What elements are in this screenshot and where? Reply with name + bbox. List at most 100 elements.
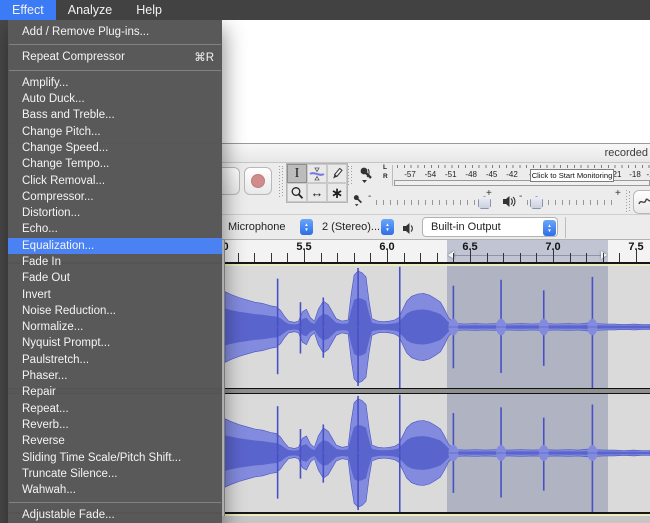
menu-item-repair[interactable]: Repair — [8, 384, 222, 400]
meter-scale-number: -48 — [465, 170, 477, 179]
menu-item-sliding-time-scale-pitch-shift[interactable]: Sliding Time Scale/Pitch Shift... — [8, 449, 222, 465]
ruler-minor-tick — [403, 253, 405, 262]
menubar: Effect Analyze Help — [0, 0, 650, 20]
ruler-selection-groove — [451, 255, 604, 256]
menu-item-label: Repeat... — [22, 402, 69, 415]
input-channels-label[interactable]: 2 (Stereo)... — [322, 221, 380, 233]
menu-item-label: Reverse — [22, 435, 65, 448]
menu-item-repeat[interactable]: Repeat... — [8, 401, 222, 417]
menu-item-invert[interactable]: Invert — [8, 286, 222, 302]
menu-item-reverse[interactable]: Reverse — [8, 433, 222, 449]
input-device-label[interactable]: Microphone — [228, 221, 285, 233]
playback-volume-speaker-icon — [503, 196, 516, 207]
menu-item-label: Echo... — [22, 223, 58, 236]
menu-item-click-removal[interactable]: Click Removal... — [8, 172, 222, 188]
ruler-minor-tick — [254, 253, 256, 262]
edit-toolbar-button-partial[interactable] — [633, 190, 650, 214]
device-toolbar-separator — [565, 217, 566, 238]
window-title: recorded — [604, 147, 648, 159]
ruler-minor-tick — [536, 253, 538, 262]
menu-item-fade-out[interactable]: Fade Out — [8, 270, 222, 286]
menu-item-auto-duck[interactable]: Auto Duck... — [8, 91, 222, 107]
menubar-item-help[interactable]: Help — [124, 0, 174, 20]
stepper-down-icon: ▼ — [547, 228, 552, 233]
menu-item-repeat-compressor[interactable]: Repeat Compressor ⌘R — [8, 49, 222, 65]
menu-item-change-speed[interactable]: Change Speed... — [8, 140, 222, 156]
menu-item-noise-reduction[interactable]: Noise Reduction... — [8, 303, 222, 319]
menu-item-nyquist-prompt[interactable]: Nyquist Prompt... — [8, 335, 222, 351]
ruler-minor-tick — [602, 253, 604, 262]
multi-tool-button[interactable]: ∗ — [327, 183, 347, 202]
menu-item-label: Change Speed... — [22, 141, 109, 154]
ruler-minor-tick — [569, 253, 571, 262]
ruler-major-tick — [304, 249, 305, 262]
menu-item-amplify[interactable]: Amplify... — [8, 75, 222, 91]
menu-item-add-remove-plug-ins[interactable]: Add / Remove Plug-ins... — [8, 24, 222, 40]
menu-item-reverb[interactable]: Reverb... — [8, 417, 222, 433]
menu-item-label: Fade Out — [22, 272, 70, 285]
menubar-item-effect[interactable]: Effect — [0, 0, 56, 20]
menu-item-label: Reverb... — [22, 418, 69, 431]
menu-item-label: Change Pitch... — [22, 125, 101, 138]
menubar-item-analyze[interactable]: Analyze — [56, 0, 124, 20]
menu-item-label: Distortion... — [22, 207, 81, 220]
menu-item-label: Normalize... — [22, 321, 84, 334]
zoom-tool-button[interactable] — [287, 183, 307, 202]
playback-volume-plus: + — [615, 188, 621, 199]
menu-item-label: Compressor... — [22, 190, 94, 203]
menu-item-shortcut: ⌘R — [194, 52, 214, 65]
timeshift-tool-button[interactable]: ↔ — [307, 183, 327, 202]
menu-item-change-pitch[interactable]: Change Pitch... — [8, 123, 222, 139]
menu-item-label: Fade In — [22, 256, 61, 268]
menu-item-label: Add / Remove Plug-ins... — [22, 26, 150, 39]
menu-item-label: Click Removal... — [22, 174, 106, 187]
waveform — [225, 394, 650, 512]
ruler-minor-tick — [337, 253, 339, 262]
menu-item-distortion[interactable]: Distortion... — [8, 205, 222, 221]
ruler-minor-tick — [353, 253, 355, 262]
menu-item-label: Auto Duck... — [22, 93, 85, 106]
meter-scale-number: -54 — [424, 170, 437, 179]
menu-item-label: Noise Reduction... — [22, 304, 116, 317]
menu-item-compressor[interactable]: Compressor... — [8, 189, 222, 205]
ruler-minor-tick — [436, 253, 438, 262]
menu-separator — [9, 69, 221, 71]
ruler-minor-tick — [586, 253, 588, 262]
menu-item-label: Paulstretch... — [22, 353, 90, 366]
ruler-minor-tick — [370, 253, 372, 262]
stepper-down-icon: ▼ — [385, 227, 390, 232]
ruler-major-tick — [553, 249, 554, 262]
menu-item-paulstretch[interactable]: Paulstretch... — [8, 352, 222, 368]
menu-item-bass-and-treble[interactable]: Bass and Treble... — [8, 107, 222, 123]
menu-item-phaser[interactable]: Phaser... — [8, 368, 222, 384]
menu-item-fade-in[interactable]: Fade In — [8, 254, 222, 270]
input-channels-stepper[interactable]: ▲ ▼ — [381, 219, 394, 235]
effect-menu: Add / Remove Plug-ins... Repeat Compresso… — [8, 20, 222, 523]
recording-volume-slider[interactable] — [376, 200, 484, 205]
menu-item-truncate-silence[interactable]: Truncate Silence... — [8, 466, 222, 482]
monitoring-tooltip[interactable]: Click to Start Monitoring — [530, 169, 614, 182]
output-device-stepper[interactable]: ▲ ▼ — [543, 220, 556, 236]
menu-item-adjustable-fade[interactable]: Adjustable Fade... — [8, 507, 222, 523]
recording-volume-minus: - — [368, 191, 372, 202]
meter-tick-strip — [397, 165, 650, 168]
menu-item-change-tempo[interactable]: Change Tempo... — [8, 156, 222, 172]
menu-item-echo[interactable]: Echo... — [8, 221, 222, 237]
output-device-select[interactable]: Built-in Output ▲ ▼ — [422, 217, 558, 237]
toolbar-grip[interactable] — [626, 190, 630, 212]
ruler-minor-tick — [453, 253, 455, 262]
input-device-stepper[interactable]: ▲ ▼ — [300, 219, 313, 235]
ruler-minor-tick — [320, 253, 322, 262]
menu-item-wahwah[interactable]: Wahwah... — [8, 482, 222, 498]
menu-item-label: Sliding Time Scale/Pitch Shift... — [22, 451, 182, 464]
menu-item-normalize[interactable]: Normalize... — [8, 319, 222, 335]
menu-item-equalization[interactable]: Equalization... — [8, 237, 222, 254]
ruler-minor-tick — [619, 253, 621, 262]
tools-toolbar: I ↔ ∗ — [286, 163, 348, 203]
ruler-minor-tick — [237, 253, 239, 262]
track-panel-sliver — [222, 240, 225, 516]
meter-scale-number: -45 — [485, 170, 498, 179]
menu-item-label: Change Tempo... — [22, 158, 110, 171]
meter-scale-number: -57 — [404, 170, 416, 179]
output-device-label: Built-in Output — [431, 221, 501, 233]
